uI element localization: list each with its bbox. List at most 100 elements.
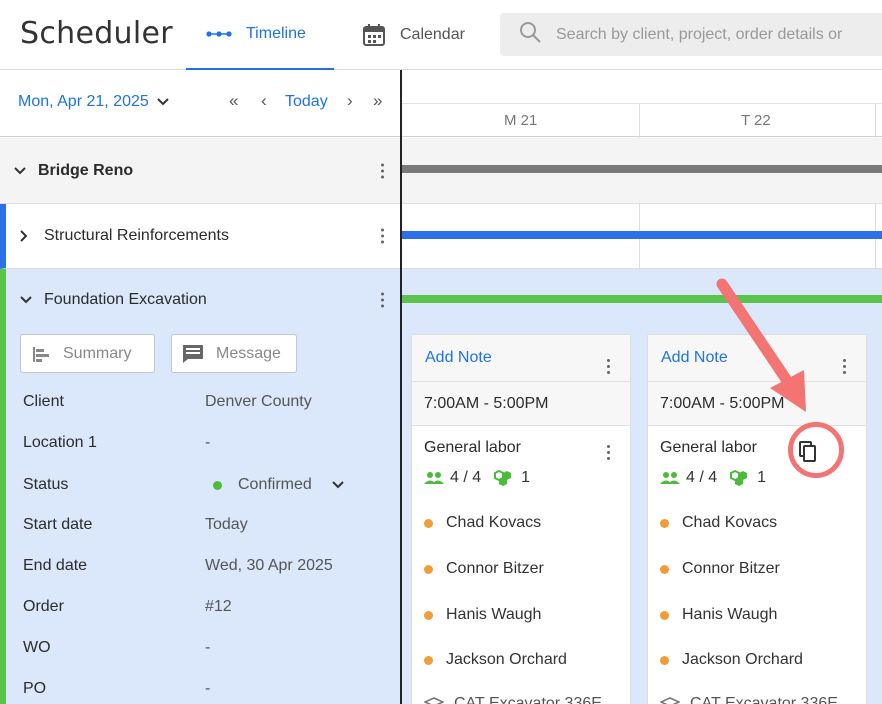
start-date-value: Today [205, 516, 248, 533]
current-date: Mon, Apr 21, 2025 [18, 93, 149, 110]
location-value: - [205, 434, 211, 451]
person-status-dot [660, 564, 669, 574]
project-row-bridge-reno[interactable]: Bridge Reno [0, 138, 400, 204]
date-navigation: Mon, Apr 21, 2025 « ‹ Today › » [0, 70, 400, 137]
equipment-name: CAT Excavator 336E [690, 695, 838, 704]
wo-value: - [205, 639, 211, 656]
client-value: Denver County [205, 393, 312, 410]
people-count: 4 / 4 [450, 469, 482, 486]
message-label: Message [216, 344, 281, 362]
people-icon [660, 471, 680, 485]
next-button[interactable]: › [347, 91, 353, 111]
role-name: General labor [660, 439, 757, 456]
timeline-scale [402, 70, 882, 104]
person-status-dot [424, 610, 433, 620]
structural-band [402, 204, 882, 269]
assigned-person[interactable]: Connor Bitzer [424, 560, 544, 578]
app-title: Scheduler [20, 16, 173, 51]
summary-button[interactable]: Summary [20, 334, 155, 373]
person-name: Connor Bitzer [446, 560, 544, 577]
job-row-foundation[interactable]: Foundation Excavation [0, 269, 400, 331]
assigned-person[interactable]: Hanis Waugh [660, 606, 777, 624]
person-name: Chad Kovacs [682, 514, 778, 531]
tab-timeline[interactable]: Timeline [186, 0, 334, 70]
job-name: Foundation Excavation [44, 291, 207, 308]
client-label: Client [23, 393, 64, 410]
chevron-down-icon [157, 93, 169, 111]
chevron-right-icon[interactable] [20, 230, 34, 242]
person-name: Jackson Orchard [682, 651, 803, 668]
equipment-icon [424, 697, 444, 704]
last-page-button[interactable]: » [373, 91, 382, 111]
equipment-icon [493, 469, 515, 487]
search-box [500, 13, 882, 56]
previous-button[interactable]: ‹ [261, 91, 267, 111]
top-bar: Scheduler Timeline Calendar [0, 0, 882, 70]
assigned-equipment[interactable]: CAT Excavator 336E [660, 695, 838, 704]
assigned-person[interactable]: Jackson Orchard [424, 651, 567, 669]
equipment-icon [729, 469, 751, 487]
person-name: Jackson Orchard [446, 651, 567, 668]
status-value: Confirmed [238, 476, 312, 493]
more-options-icon[interactable] [381, 163, 384, 178]
more-options-icon[interactable] [381, 228, 384, 244]
shift-time: 7:00AM - 5:00PM [412, 382, 630, 426]
assigned-person[interactable]: Chad Kovacs [424, 514, 541, 532]
assigned-person[interactable]: Chad Kovacs [660, 514, 777, 532]
equipment-icon [660, 697, 680, 704]
summary-label: Summary [63, 344, 132, 362]
annotation-arrow [716, 278, 806, 412]
project-name: Bridge Reno [38, 161, 134, 179]
chevron-down-icon [332, 476, 344, 494]
person-status-dot [660, 610, 669, 620]
person-status-dot [424, 564, 433, 574]
message-icon [182, 344, 204, 364]
chevron-down-icon[interactable] [14, 166, 28, 175]
equipment-count: 1 [521, 469, 531, 486]
equipment-count: 1 [757, 469, 767, 486]
order-label: Order [23, 598, 64, 615]
date-picker[interactable]: Mon, Apr 21, 2025 [18, 93, 169, 111]
po-value: - [205, 680, 211, 697]
more-options-icon[interactable] [607, 445, 610, 460]
card-header: Add Note [412, 335, 630, 382]
end-date-value: Wed, 30 Apr 2025 [205, 557, 333, 574]
people-count: 4 / 4 [686, 469, 718, 486]
add-note-link[interactable]: Add Note [425, 349, 492, 367]
more-options-icon[interactable] [843, 359, 846, 374]
resource-counts: 4 / 4 1 [424, 469, 530, 487]
today-button[interactable]: Today [285, 93, 328, 111]
day-header: M 21 [504, 112, 538, 129]
tab-calendar[interactable]: Calendar [362, 0, 465, 70]
resource-counts: 4 / 4 1 [660, 469, 766, 487]
order-value: #12 [205, 598, 232, 615]
status-dropdown[interactable]: Confirmed [213, 476, 344, 494]
po-label: PO [23, 680, 47, 697]
assigned-person[interactable]: Hanis Waugh [424, 606, 541, 624]
person-name: Connor Bitzer [682, 560, 780, 577]
structural-timeline-bar[interactable] [402, 231, 882, 239]
message-button[interactable]: Message [171, 334, 297, 373]
assigned-person[interactable]: Jackson Orchard [660, 651, 803, 669]
search-input[interactable] [556, 25, 882, 44]
day-header: T 22 [741, 112, 771, 129]
assigned-equipment[interactable]: CAT Excavator 336E [424, 695, 602, 704]
summary-icon [31, 344, 51, 364]
more-options-icon[interactable] [607, 359, 610, 374]
status-label: Status [23, 476, 69, 493]
project-timeline-bar[interactable] [402, 165, 882, 173]
person-name: Hanis Waugh [682, 606, 778, 623]
assigned-person[interactable]: Connor Bitzer [660, 560, 780, 578]
people-icon [424, 471, 444, 485]
person-status-dot [424, 655, 433, 665]
more-options-icon[interactable] [381, 292, 384, 308]
first-page-button[interactable]: « [229, 91, 238, 111]
tab-calendar-label: Calendar [400, 26, 465, 43]
job-row-structural[interactable]: Structural Reinforcements [0, 204, 400, 269]
timeline-icon [206, 30, 232, 38]
chevron-down-icon[interactable] [20, 296, 34, 304]
equipment-name: CAT Excavator 336E [454, 695, 602, 704]
start-date-label: Start date [23, 516, 93, 533]
person-status-dot [424, 518, 433, 528]
person-name: Chad Kovacs [446, 514, 542, 531]
